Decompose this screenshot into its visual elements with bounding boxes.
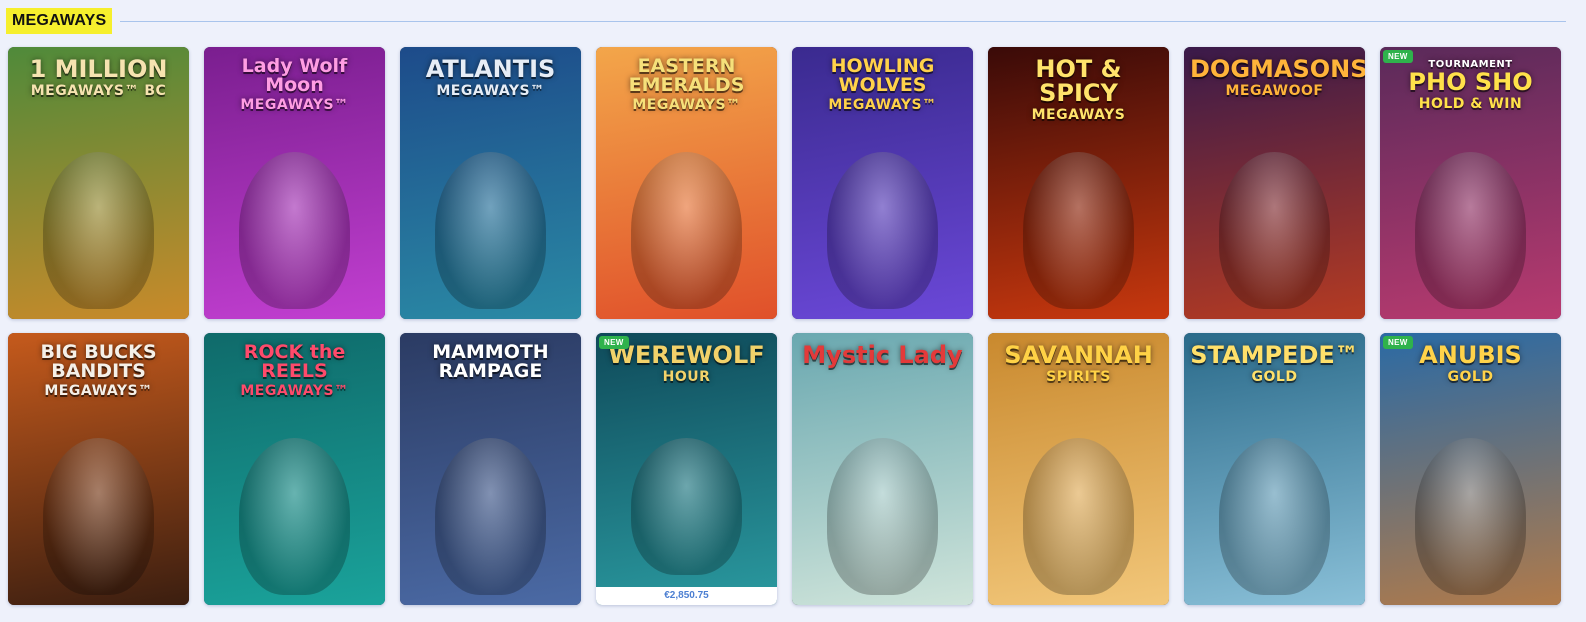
game-subtitle: GOLD [1251, 369, 1298, 385]
game-tile-anubis-gold[interactable]: ANUBIS GOLD NEW [1380, 333, 1561, 605]
game-title: BIG BUCKS BANDITS [40, 341, 157, 382]
game-tile-stampede-gold[interactable]: STAMPEDE™ GOLD [1184, 333, 1365, 605]
game-logo: ROCK the REELS MEGAWAYS™ [210, 341, 379, 399]
game-title: HOT & SPICY [1035, 55, 1122, 107]
boar-icon [239, 438, 350, 595]
game-title: Mystic Lady [802, 341, 963, 369]
game-subtitle: MEGAWOOF [1225, 83, 1324, 99]
werewolf-icon [631, 438, 742, 575]
game-title: Lady Wolf Moon [241, 55, 348, 96]
game-logo: BIG BUCKS BANDITS MEGAWAYS™ [14, 341, 183, 399]
game-subtitle: HOLD & WIN [1418, 96, 1523, 112]
tiger-icon [43, 152, 154, 309]
game-tile-savannah-spirits[interactable]: SAVANNAH SPIRITS [988, 333, 1169, 605]
game-title: STAMPEDE™ [1190, 341, 1359, 369]
game-logo: ANUBIS GOLD [1386, 343, 1555, 384]
game-subtitle: MEGAWAYS™ [828, 97, 937, 113]
game-subtitle: MEGAWAYS™ [436, 83, 545, 99]
game-title: HOWLING WOLVES [830, 55, 935, 96]
game-title: SAVANNAH [1004, 341, 1153, 369]
game-title: DOGMASONS [1190, 55, 1365, 83]
game-subtitle: MEGAWAYS™ [44, 383, 153, 399]
game-subtitle: MEGAWAYS™ [240, 97, 349, 113]
game-title: EASTERN EMERALDS [628, 55, 745, 96]
game-logo: SAVANNAH SPIRITS [994, 343, 1163, 384]
new-badge: NEW [1383, 50, 1413, 63]
game-logo: ATLANTIS MEGAWAYS™ [406, 57, 575, 98]
game-subtitle: GOLD [1447, 369, 1494, 385]
game-title: PHO SHO [1408, 68, 1533, 96]
section-divider [120, 20, 1566, 22]
game-subtitle: MEGAWAYS™ BC [30, 83, 167, 99]
game-title: ATLANTIS [425, 55, 556, 83]
game-tile-mystic-lady[interactable]: Mystic Lady [792, 333, 973, 605]
elephant-icon [1023, 438, 1134, 595]
game-tile-howling-wolves[interactable]: HOWLING WOLVES MEGAWAYS™ [792, 47, 973, 319]
anubis-icon [1415, 438, 1526, 595]
game-logo: STAMPEDE™ GOLD [1190, 343, 1359, 384]
game-logo: 1 MILLION MEGAWAYS™ BC [14, 57, 183, 98]
game-logo: WEREWOLF HOUR [602, 343, 771, 384]
game-tile-1-million-megaways-bc[interactable]: 1 MILLION MEGAWAYS™ BC [8, 47, 189, 319]
game-title: MAMMOTH RAMPAGE [432, 341, 549, 382]
dog-icon [1219, 152, 1330, 309]
game-tile-mammoth-rampage[interactable]: MAMMOTH RAMPAGE [400, 333, 581, 605]
game-logo: EASTERN EMERALDS MEGAWAYS™ [602, 55, 771, 113]
game-logo: Lady Wolf Moon MEGAWAYS™ [210, 55, 379, 113]
new-badge: NEW [599, 336, 629, 349]
game-tile-werewolf-hour[interactable]: WEREWOLF HOUR NEW €2,850.75 [596, 333, 777, 605]
game-subtitle: MEGAWAYS™ [240, 383, 349, 399]
gold-elephant-icon [1219, 438, 1330, 595]
game-subtitle: MEGAWAYS™ [632, 97, 741, 113]
game-logo: DOGMASONS MEGAWOOF [1190, 55, 1365, 99]
game-logo: Mystic Lady [798, 343, 967, 367]
game-tile-big-bucks-bandits[interactable]: BIG BUCKS BANDITS MEGAWAYS™ [8, 333, 189, 605]
new-badge: NEW [1383, 336, 1413, 349]
game-title: 1 MILLION [29, 55, 168, 83]
seven-icon [1023, 152, 1134, 309]
game-logo: HOWLING WOLVES MEGAWAYS™ [798, 55, 967, 113]
game-tile-rock-the-reels[interactable]: ROCK the REELS MEGAWAYS™ [204, 333, 385, 605]
game-title: ROCK the REELS [243, 341, 346, 382]
game-subtitle: HOUR [662, 369, 711, 385]
game-grid: 1 MILLION MEGAWAYS™ BC Lady Wolf Moon MEGAW… [8, 47, 1561, 605]
section-title: MEGAWAYS [6, 8, 113, 34]
emerald-icon [631, 152, 742, 309]
game-tile-pho-sho[interactable]: TOURNAMENT PHO SHO HOLD & WIN NEW [1380, 47, 1561, 319]
wolf-lady-icon [239, 152, 350, 309]
wolf-icon [827, 152, 938, 309]
game-tile-hot-spicy[interactable]: HOT & SPICY MEGAWAYS [988, 47, 1169, 319]
game-tile-dogmasons-megawoof[interactable]: DOGMASONS MEGAWOOF [1184, 47, 1365, 319]
game-logo: TOURNAMENT PHO SHO HOLD & WIN [1386, 57, 1555, 112]
mammoth-icon [435, 438, 546, 595]
section-header: MEGAWAYS [6, 7, 1566, 35]
game-tile-lady-wolf-moon[interactable]: Lady Wolf Moon MEGAWAYS™ [204, 47, 385, 319]
game-subtitle: MEGAWAYS [1031, 107, 1126, 123]
lady-icon [827, 438, 938, 595]
jackpot-amount: €2,850.75 [596, 587, 777, 605]
game-tile-atlantis-megaways[interactable]: ATLANTIS MEGAWAYS™ [400, 47, 581, 319]
bandit-icon [43, 438, 154, 595]
poseidon-icon [435, 152, 546, 309]
chef-icon [1415, 152, 1526, 309]
game-logo: HOT & SPICY MEGAWAYS [994, 57, 1163, 122]
game-tile-eastern-emeralds[interactable]: EASTERN EMERALDS MEGAWAYS™ [596, 47, 777, 319]
game-logo: MAMMOTH RAMPAGE [406, 343, 575, 381]
game-subtitle: SPIRITS [1046, 369, 1111, 385]
